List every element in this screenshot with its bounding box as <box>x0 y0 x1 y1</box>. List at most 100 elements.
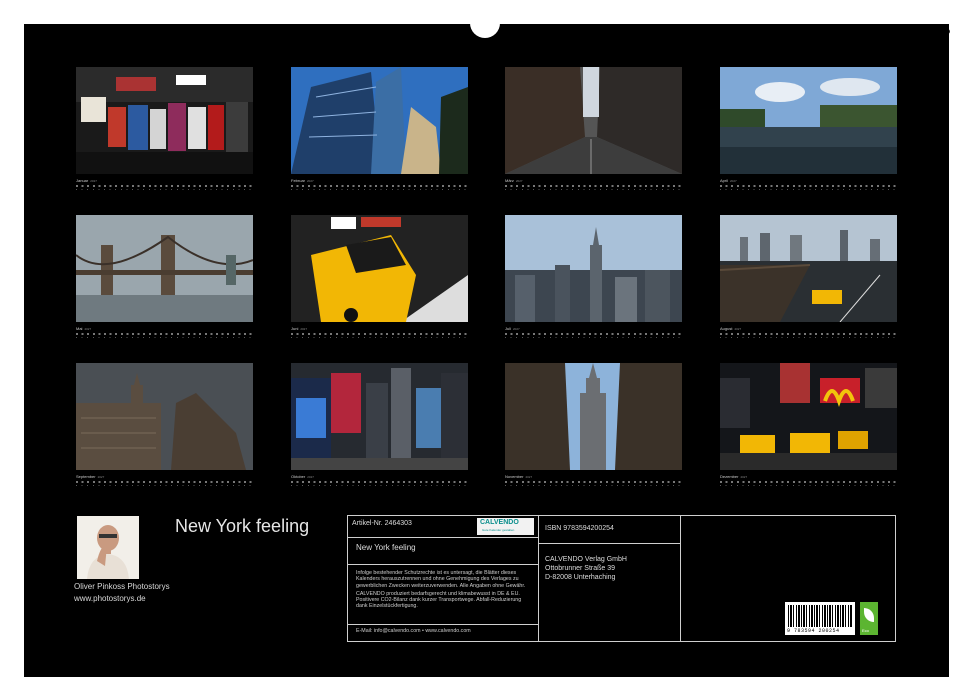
weekday-grid <box>505 337 682 338</box>
month-year: 2027 <box>734 327 742 331</box>
day-grid <box>505 185 682 187</box>
month-thumb-juni: Juni 2027 <box>291 215 468 338</box>
calvendo-logo-name: CALVENDO <box>480 519 519 526</box>
divider <box>539 543 680 544</box>
month-photo <box>76 363 253 470</box>
month-photo <box>291 215 468 322</box>
month-year: 2027 <box>90 179 97 183</box>
month-year: 2027 <box>730 179 737 183</box>
month-thumb-februar: Februar 2027 <box>291 67 468 190</box>
day-grid <box>291 481 468 483</box>
leaf-icon <box>864 608 874 622</box>
month-photo <box>720 215 897 322</box>
legal-text: Infolge bestehender Schutzrechte ist es … <box>356 570 534 612</box>
day-grid <box>720 333 897 335</box>
copyright-notice: Infolge bestehender Schutzrechte ist es … <box>356 570 526 589</box>
month-photo <box>505 363 682 470</box>
month-thumb-maerz: März 2027 <box>505 67 682 190</box>
day-grid <box>720 481 897 483</box>
weekday-grid <box>291 337 468 338</box>
day-grid <box>505 333 682 335</box>
divider <box>348 537 538 538</box>
month-name: November <box>505 474 524 479</box>
publisher-info-box: Artikel-Nr. 2464303 CALVENDO Gute Kalend… <box>347 515 896 642</box>
product-title: New York feeling <box>356 543 416 552</box>
weekday-grid <box>76 189 253 190</box>
day-grid <box>720 185 897 187</box>
month-thumb-juli: Juli 2027 <box>505 215 682 338</box>
day-grid <box>76 481 253 483</box>
author-name: Oliver Pinkoss Photostorys <box>74 582 170 591</box>
article-number: Artikel-Nr. 2464303 <box>352 520 412 527</box>
month-year: 2027 <box>525 475 533 479</box>
month-photo <box>720 363 897 470</box>
month-year: 2027 <box>513 327 520 331</box>
publisher-column: ISBN 9783594200254 CALVENDO Verlag GmbH … <box>539 516 681 641</box>
day-grid <box>291 185 468 187</box>
month-name: Februar <box>291 178 306 183</box>
month-thumb-september: September 2027 <box>76 363 253 486</box>
month-thumb-oktober: Oktober 2027 <box>291 363 468 486</box>
barcode: 9 783594 200254 <box>785 602 855 635</box>
month-name: Juli <box>505 326 512 331</box>
month-year: 2027 <box>307 179 314 183</box>
month-photo <box>76 215 253 322</box>
day-grid <box>505 481 682 483</box>
weekday-grid <box>505 189 682 190</box>
month-name: Mai <box>76 326 83 331</box>
author-website[interactable]: www.photostorys.de <box>74 594 146 603</box>
month-name: März <box>505 178 514 183</box>
contact-email[interactable]: E-Mail: info@calvendo.com • www.calvendo… <box>356 628 471 634</box>
month-thumb-august: August 2027 <box>720 215 897 338</box>
month-photo <box>291 363 468 470</box>
month-thumb-januar: Januar 2027 <box>76 67 253 190</box>
sustainability-notice: CALVENDO produziert bedarfsgerecht und k… <box>356 590 522 610</box>
publisher-name: CALVENDO Verlag GmbH <box>545 556 627 563</box>
month-thumb-november: November 2027 <box>505 363 682 486</box>
weekday-grid <box>720 337 897 338</box>
weekday-grid <box>720 189 897 190</box>
eco-label: Eco <box>862 628 869 633</box>
eco-badge: Eco <box>860 602 878 635</box>
day-grid <box>76 333 253 335</box>
month-year: 2027 <box>84 327 92 331</box>
weekday-grid <box>291 485 468 486</box>
divider <box>348 624 538 625</box>
publisher-address: CALVENDO Verlag GmbH Ottobrunner Straße … <box>545 555 627 582</box>
divider <box>348 564 538 565</box>
month-name: Juni <box>291 326 299 331</box>
month-thumb-dezember: Dezember 2027 <box>720 363 897 486</box>
month-name: Oktober <box>291 474 306 479</box>
month-name: September <box>76 474 96 479</box>
month-thumb-april: April 2027 <box>720 67 897 190</box>
isbn-number: ISBN 9783594200254 <box>545 525 614 532</box>
calvendo-logo: CALVENDO Gute Kalender gestalten <box>477 518 534 535</box>
publisher-street: Ottobrunner Straße 39 <box>545 565 616 572</box>
month-photo <box>505 67 682 174</box>
month-year: 2027 <box>515 179 523 183</box>
month-year: 2027 <box>97 475 105 479</box>
barcode-number: 9 783594 200254 <box>787 628 840 634</box>
month-photo <box>291 67 468 174</box>
weekday-grid <box>505 485 682 486</box>
month-thumb-mai: Mai 2027 <box>76 215 253 338</box>
month-name: April <box>720 178 729 183</box>
month-year: 2027 <box>307 475 314 479</box>
day-grid <box>291 333 468 335</box>
month-year: 2027 <box>740 475 748 479</box>
barcode-column: 9 783594 200254 Eco <box>681 516 895 641</box>
month-photo <box>76 67 253 174</box>
author-photo <box>77 516 139 579</box>
month-name: Januar <box>76 178 89 183</box>
month-year: 2027 <box>300 327 308 331</box>
weekday-grid <box>76 337 253 338</box>
barcode-bars <box>788 605 852 627</box>
weekday-grid <box>76 485 253 486</box>
calvendo-logo-tagline: Gute Kalender gestalten <box>482 528 515 532</box>
calendar-title: New York feeling <box>175 516 310 536</box>
month-name: August <box>720 326 733 331</box>
month-photo <box>720 67 897 174</box>
product-column: Artikel-Nr. 2464303 CALVENDO Gute Kalend… <box>348 516 539 641</box>
weekday-grid <box>291 189 468 190</box>
month-name: Dezember <box>720 474 739 479</box>
